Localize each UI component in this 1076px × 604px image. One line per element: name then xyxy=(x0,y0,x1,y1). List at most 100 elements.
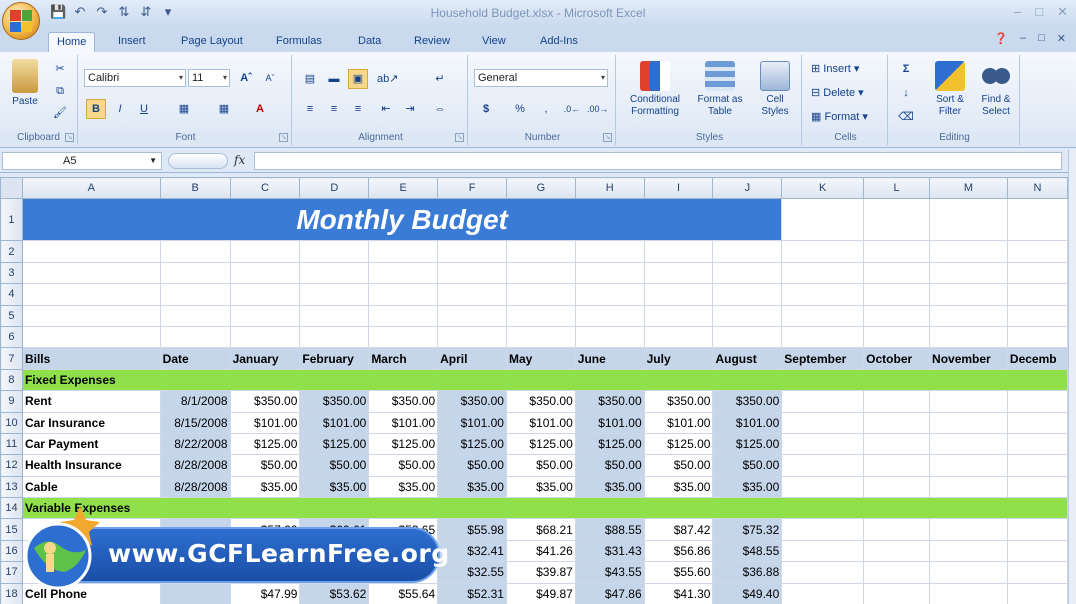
cell[interactable] xyxy=(574,240,645,263)
amount-cell[interactable]: $350.00 xyxy=(712,390,783,413)
row-header[interactable]: 7 xyxy=(0,347,23,370)
increase-indent-icon[interactable]: ⇥ xyxy=(400,99,420,119)
cell[interactable] xyxy=(863,432,931,456)
cell[interactable] xyxy=(781,561,865,584)
cell[interactable] xyxy=(781,582,865,604)
clear-icon[interactable]: ⌫ xyxy=(896,107,916,127)
column-label-cell[interactable]: January xyxy=(229,347,301,370)
cell[interactable] xyxy=(929,390,1008,413)
align-top-icon[interactable]: ▤ xyxy=(300,69,320,89)
name-box-dropdown-icon[interactable]: ▼ xyxy=(149,153,157,169)
amount-cell[interactable]: $48.55 xyxy=(712,539,783,563)
bill-name-cell[interactable]: Rent xyxy=(21,390,161,413)
bill-name-cell[interactable]: Car Payment xyxy=(21,432,161,456)
amount-cell[interactable]: $350.00 xyxy=(299,390,370,413)
format-painter-icon[interactable]: 🖌 xyxy=(50,103,70,123)
row-header[interactable]: 8 xyxy=(0,368,23,392)
cell[interactable] xyxy=(1006,240,1068,263)
sheet-title-cell[interactable]: Monthly Budget xyxy=(21,198,783,242)
column-label-cell[interactable]: March xyxy=(368,347,439,370)
amount-cell[interactable]: $101.00 xyxy=(505,411,576,434)
alignment-launcher-icon[interactable]: ↘ xyxy=(455,133,464,142)
amount-cell[interactable]: $101.00 xyxy=(712,411,783,434)
tab-data[interactable]: Data xyxy=(350,32,389,52)
cell[interactable] xyxy=(929,325,1008,349)
amount-cell[interactable]: $39.87 xyxy=(505,561,576,584)
amount-cell[interactable]: $49.40 xyxy=(712,582,783,604)
cell[interactable] xyxy=(781,539,865,563)
align-bottom-icon[interactable]: ▣ xyxy=(348,69,368,89)
cell[interactable] xyxy=(1006,475,1068,499)
clipboard-launcher-icon[interactable]: ↘ xyxy=(65,133,74,142)
cell[interactable] xyxy=(781,432,865,456)
amount-cell[interactable]: $50.00 xyxy=(712,454,783,477)
merge-center-icon[interactable]: ⇔ xyxy=(430,99,450,119)
conditional-formatting-button[interactable]: Conditional Formatting xyxy=(622,61,688,118)
cell[interactable] xyxy=(863,411,931,434)
amount-cell[interactable]: $43.55 xyxy=(574,561,645,584)
cut-icon[interactable]: ✂ xyxy=(50,59,70,79)
cell[interactable] xyxy=(505,304,576,327)
row-header[interactable]: 2 xyxy=(0,240,23,263)
cell[interactable] xyxy=(643,304,714,327)
increase-decimal-icon[interactable]: .0← xyxy=(562,99,582,119)
amount-cell[interactable]: $68.21 xyxy=(505,518,576,541)
cell[interactable] xyxy=(863,198,931,242)
cell[interactable] xyxy=(781,325,865,349)
row-header[interactable]: 11 xyxy=(0,432,23,456)
help-icon[interactable]: ❓ xyxy=(994,32,1008,45)
delete-cells-button[interactable]: ⊟ Delete ▾ xyxy=(810,83,884,103)
column-label-cell[interactable]: Date xyxy=(159,347,231,370)
column-label-cell[interactable]: April xyxy=(437,347,507,370)
cell[interactable] xyxy=(229,304,301,327)
amount-cell[interactable]: $87.42 xyxy=(643,518,714,541)
decrease-decimal-icon[interactable]: .00→ xyxy=(586,99,610,119)
cell[interactable] xyxy=(863,582,931,604)
column-label-cell[interactable]: July xyxy=(643,347,714,370)
amount-cell[interactable]: $101.00 xyxy=(229,411,301,434)
cell[interactable] xyxy=(929,261,1008,285)
cell[interactable] xyxy=(21,304,161,327)
cell[interactable] xyxy=(21,240,161,263)
close-icon[interactable]: ✕ xyxy=(1057,4,1068,20)
cell[interactable] xyxy=(368,304,439,327)
tab-review[interactable]: Review xyxy=(406,32,458,52)
column-label-cell[interactable]: June xyxy=(574,347,645,370)
cell[interactable] xyxy=(643,325,714,349)
grow-font-icon[interactable]: Aˆ xyxy=(236,68,256,88)
sort-filter-button[interactable]: Sort & Filter xyxy=(928,61,972,118)
cell[interactable] xyxy=(1006,518,1068,541)
currency-icon[interactable]: $ xyxy=(476,99,496,119)
cell[interactable] xyxy=(863,390,931,413)
tab-page-layout[interactable]: Page Layout xyxy=(173,32,251,52)
cell[interactable] xyxy=(437,304,507,327)
find-select-button[interactable]: Find & Select xyxy=(974,61,1018,118)
column-label-cell[interactable]: May xyxy=(505,347,576,370)
cell[interactable] xyxy=(863,475,931,499)
amount-cell[interactable]: $50.00 xyxy=(299,454,370,477)
bill-name-cell[interactable]: Health Insurance xyxy=(21,454,161,477)
amount-cell[interactable]: $125.00 xyxy=(712,432,783,456)
amount-cell[interactable]: $75.32 xyxy=(712,518,783,541)
amount-cell[interactable]: $350.00 xyxy=(505,390,576,413)
cell[interactable] xyxy=(863,325,931,349)
cell[interactable] xyxy=(863,454,931,477)
column-header[interactable]: N xyxy=(1006,177,1068,200)
amount-cell[interactable]: $101.00 xyxy=(437,411,507,434)
orientation-icon[interactable]: ab↗ xyxy=(376,69,399,89)
align-left-icon[interactable]: ≡ xyxy=(300,99,320,119)
copy-icon[interactable]: ⧉ xyxy=(50,81,70,101)
cell[interactable] xyxy=(368,240,439,263)
row-header[interactable]: 1 xyxy=(0,198,23,242)
cell[interactable] xyxy=(505,283,576,306)
bold-button[interactable]: B xyxy=(86,99,106,119)
cell[interactable] xyxy=(863,539,931,563)
cell[interactable] xyxy=(929,411,1008,434)
workbook-minimize-icon[interactable]: – xyxy=(1020,32,1026,45)
cell[interactable] xyxy=(1006,454,1068,477)
cell[interactable] xyxy=(505,261,576,285)
amount-cell[interactable]: $31.43 xyxy=(574,539,645,563)
amount-cell[interactable]: $41.30 xyxy=(643,582,714,604)
date-cell[interactable]: 8/28/2008 xyxy=(159,454,231,477)
cell[interactable] xyxy=(437,261,507,285)
